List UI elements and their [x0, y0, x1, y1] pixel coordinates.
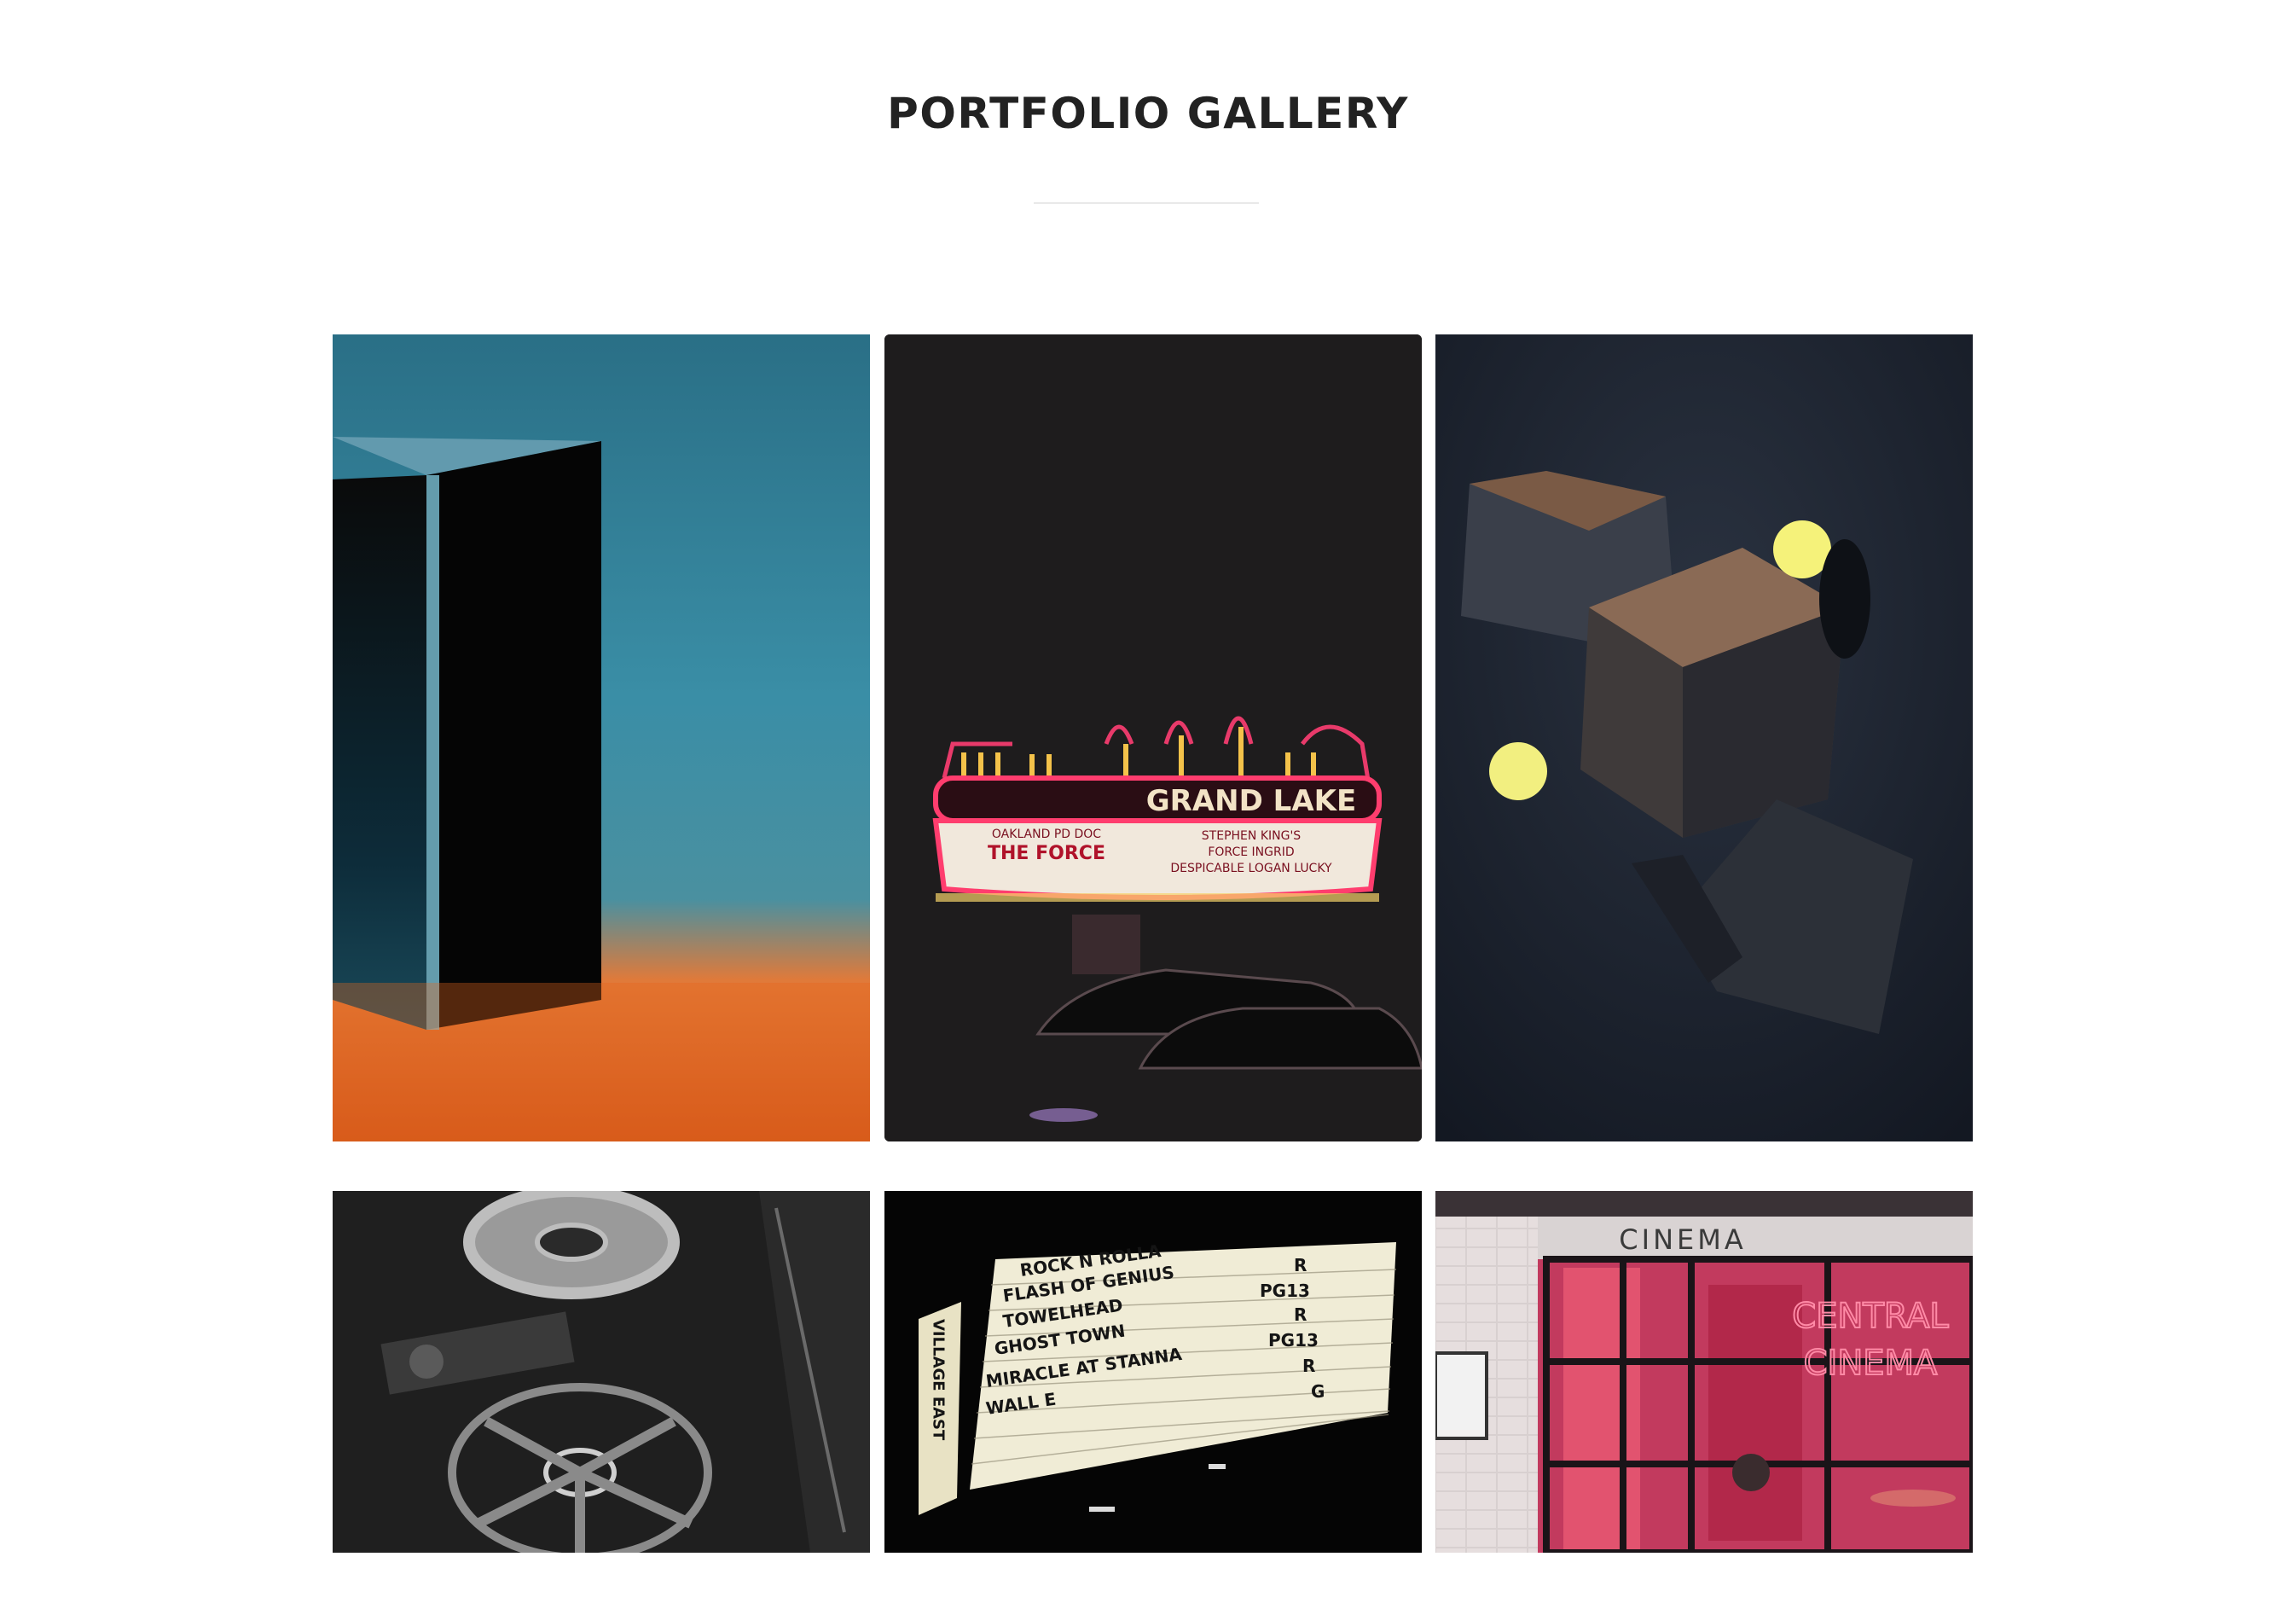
marquee-rating-4: PG13 [1268, 1330, 1319, 1351]
marquee-side-text: VILLAGE EAST [930, 1319, 948, 1441]
marquee-rating-3: R [1294, 1304, 1307, 1325]
film-reel-image [333, 1191, 870, 1553]
neon-text-1: CENTRAL [1792, 1297, 1949, 1336]
cinema-storefront-image: CINEMA CENTRAL CINEMA [1435, 1191, 1973, 1553]
gallery-item-village-east[interactable]: ROCK N ROLLA FLASH OF GENIUS TOWELHEAD G… [884, 1191, 1422, 1553]
marquee-rating-6: G [1311, 1381, 1325, 1402]
theater-marquee-image: GRAND LAKE OAKLAND PD DOC THE FORCE STEP… [884, 334, 1422, 1141]
marquee-board-image: ROCK N ROLLA FLASH OF GENIUS TOWELHEAD G… [884, 1191, 1422, 1553]
marquee-right-line-3: DESPICABLE LOGAN LUCKY [1170, 862, 1332, 875]
marquee-rating-2: PG13 [1260, 1281, 1310, 1301]
page-title: PORTFOLIO GALLERY [887, 89, 1409, 138]
title-divider [1034, 202, 1259, 204]
cinema-sign-text: CINEMA [1619, 1223, 1746, 1256]
cubes-image [1435, 334, 1973, 1141]
marquee-right-line-2: FORCE INGRID [1208, 845, 1294, 859]
marquee-right-line-1: STEPHEN KING'S [1202, 829, 1302, 843]
marquee-rating-1: R [1294, 1255, 1307, 1275]
gallery-item-film-reels[interactable] [333, 1191, 870, 1553]
gallery-item-prism[interactable] [333, 334, 870, 1141]
marquee-left-line-2: THE FORCE [988, 843, 1105, 864]
neon-text-2: CINEMA [1804, 1344, 1938, 1383]
gallery-item-floating-cubes[interactable] [1435, 334, 1973, 1141]
gallery-item-cinema[interactable]: CINEMA CENTRAL CINEMA [1435, 1191, 1973, 1553]
gallery-item-grand-lake[interactable]: GRAND LAKE OAKLAND PD DOC THE FORCE STEP… [884, 334, 1422, 1141]
prism-image [333, 334, 870, 1141]
marquee-left-line-1: OAKLAND PD DOC [992, 828, 1101, 841]
marquee-rating-5: R [1302, 1356, 1315, 1376]
marquee-sign-text: GRAND LAKE [1146, 784, 1356, 818]
